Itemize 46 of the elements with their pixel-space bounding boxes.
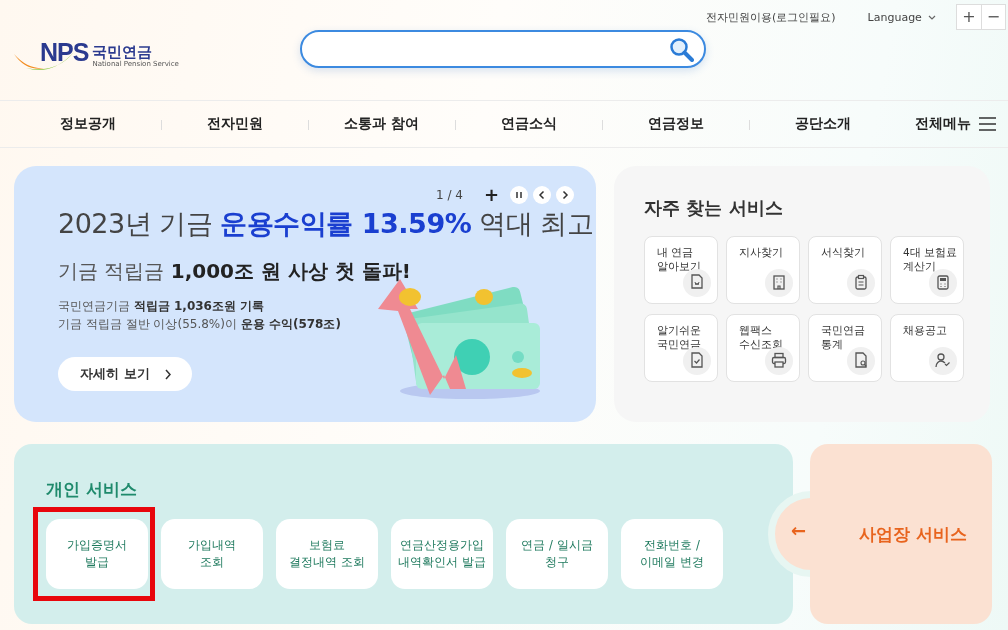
banner-text: 기금 적립금 절반 이상(55.8%)이 운용 수익(578조): [58, 316, 342, 333]
person-check-icon: [929, 347, 957, 375]
service-button[interactable]: 보험료 결정내역 조회: [276, 519, 378, 589]
service-tile[interactable]: 4대 보험료 계산기: [890, 236, 964, 304]
login-link[interactable]: 전자민원이용(로그인필요): [706, 9, 836, 25]
service-tile[interactable]: 웹팩스 수신조회: [726, 314, 800, 382]
section-title: 개인 서비스: [46, 478, 138, 501]
nav-item[interactable]: 연금소식: [500, 115, 557, 133]
caret-icon[interactable]: [927, 14, 936, 20]
search-icon[interactable]: [669, 36, 694, 62]
service-tile[interactable]: 국민연금 통계: [808, 314, 882, 382]
service-tile[interactable]: 지사찾기: [726, 236, 800, 304]
menu-icon[interactable]: [979, 116, 996, 132]
previous-icon[interactable]: [533, 186, 551, 204]
service-tile[interactable]: 내 연금 알아보기: [644, 236, 718, 304]
service-tile[interactable]: 서식찾기: [808, 236, 882, 304]
slide-counter: 1 / 4: [435, 188, 463, 202]
nav-item[interactable]: 공단소개: [794, 115, 851, 133]
service-button[interactable]: 가입증명서 발급: [46, 519, 148, 589]
nav-item[interactable]: 정보공개: [59, 115, 116, 133]
zoom-button[interactable]: +: [956, 5, 981, 29]
zoom-button[interactable]: −: [980, 5, 1005, 29]
language-dropdown[interactable]: Language: [867, 10, 922, 24]
banner-subheadline: 기금 적립금 1,000조 원 사상 첫 돌파!: [58, 258, 412, 285]
service-button[interactable]: 연금산정용가입 내역확인서 발급: [391, 519, 493, 589]
nav-item[interactable]: 소통과 참여: [344, 115, 419, 133]
next-icon[interactable]: [556, 186, 574, 204]
chevron-right-icon[interactable]: [165, 368, 172, 380]
details-button[interactable]: 자세히 보기: [58, 357, 192, 391]
clipboard-icon: [847, 269, 875, 297]
service-button[interactable]: 연금 / 일시금 청구: [506, 519, 608, 589]
service-button[interactable]: 가입내역 조회: [161, 519, 263, 589]
all-menu-button[interactable]: 전체메뉴: [915, 115, 996, 133]
service-tile[interactable]: 채용공고: [890, 314, 964, 382]
banner-headline: 2023년 기금 운용수익률 13.59% 역대 최고: [58, 207, 595, 241]
document-search-icon: [847, 347, 875, 375]
service-tile[interactable]: 알기쉬운 국민연금: [644, 314, 718, 382]
nav-item[interactable]: 전자민원: [206, 115, 263, 133]
search-field[interactable]: [300, 30, 706, 68]
building-icon: [765, 269, 793, 297]
service-button[interactable]: 전화번호 / 이메일 변경: [621, 519, 723, 589]
banner-text: 국민연금기금 적립금 1,036조원 기록: [58, 298, 266, 315]
nav-item[interactable]: 연금정보: [647, 115, 704, 133]
more-button[interactable]: +: [483, 186, 499, 204]
pause-icon[interactable]: [510, 186, 528, 204]
section-title: 자주 찾는 서비스: [644, 196, 784, 220]
